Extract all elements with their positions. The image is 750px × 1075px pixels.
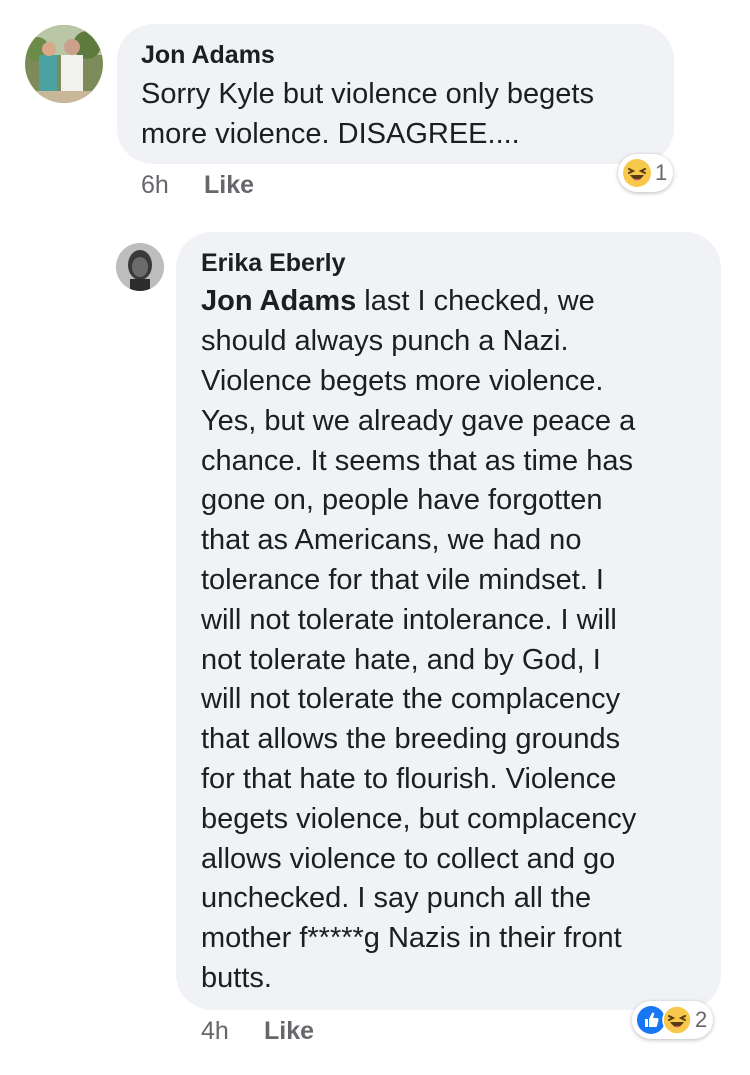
comment-text-line: Sorry Kyle but violence only begets xyxy=(141,78,594,110)
reply-text-line: begets violence, but complacency xyxy=(201,803,637,835)
mention-link[interactable]: Jon Adams xyxy=(201,285,356,317)
comment-text-line: more violence. DISAGREE.... xyxy=(141,118,520,150)
reaction-summary[interactable]: 1 xyxy=(618,154,674,192)
reply-text-line: tolerance for that vile mindset. I xyxy=(201,564,604,596)
avatar-erika-eberly[interactable] xyxy=(116,243,164,291)
reply-text-line: unchecked. I say punch all the xyxy=(201,882,592,914)
reply-text-line: gone on, people have forgotten xyxy=(201,484,603,516)
avatar-jon-adams[interactable] xyxy=(25,25,103,103)
reply-text-line: will not tolerate intolerance. I will xyxy=(201,604,617,636)
reply-text-line: should always punch a Nazi. xyxy=(201,325,569,357)
reply-text-line: for that hate to flourish. Violence xyxy=(201,763,617,795)
reply-text-line: chance. It seems that as time has xyxy=(201,445,633,477)
reply-text-line: Jon Adams last I checked, we xyxy=(201,281,595,321)
haha-icon xyxy=(662,1005,692,1035)
reply-text-line: not tolerate hate, and by God, I xyxy=(201,644,601,676)
reply-text-line: butts. xyxy=(201,962,272,994)
reply-timestamp[interactable]: 4h xyxy=(201,1017,229,1046)
reaction-count: 2 xyxy=(695,1007,708,1032)
haha-icon xyxy=(623,159,651,187)
reaction-summary[interactable]: 2 xyxy=(632,1001,714,1039)
reply-text-line: mother f*****g Nazis in their front xyxy=(201,922,622,954)
like-button[interactable]: Like xyxy=(264,1017,314,1046)
reply-text-line: allows violence to collect and go xyxy=(201,843,616,875)
reply-text-fragment: last I checked, we xyxy=(356,285,595,317)
reaction-count: 1 xyxy=(655,160,668,185)
like-button[interactable]: Like xyxy=(204,171,254,200)
reply-text-line: that allows the breeding grounds xyxy=(201,723,621,755)
comment-author[interactable]: Jon Adams xyxy=(141,41,275,70)
reply-text-line: Yes, but we already gave peace a xyxy=(201,405,636,437)
reply-text-line: Violence begets more violence. xyxy=(201,365,604,397)
reply-text-line: that as Americans, we had no xyxy=(201,524,582,556)
reply-author[interactable]: Erika Eberly xyxy=(201,249,346,278)
reply-text-line: will not tolerate the complacency xyxy=(201,683,621,715)
comment-timestamp[interactable]: 6h xyxy=(141,171,169,200)
